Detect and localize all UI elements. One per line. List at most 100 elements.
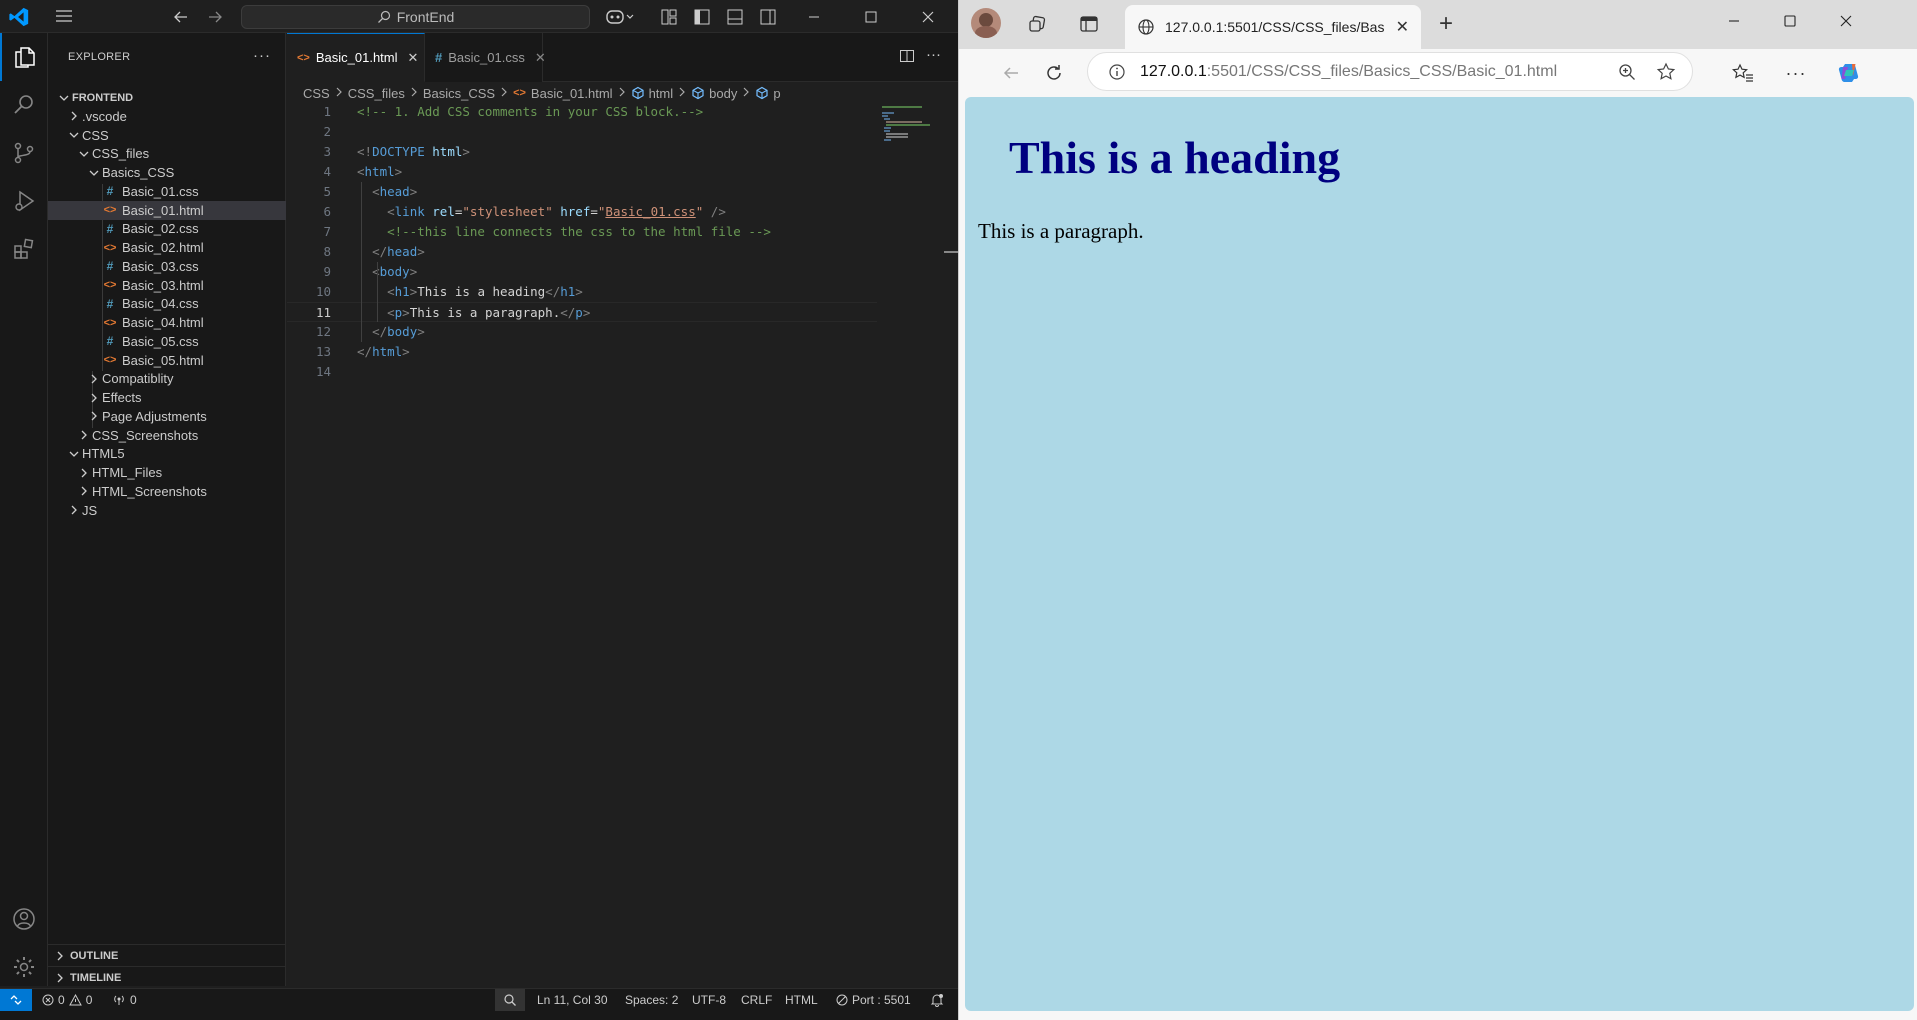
code-line[interactable]: 5 <head>	[287, 182, 877, 202]
more-actions-icon[interactable]: ···	[253, 47, 271, 64]
copilot-icon[interactable]	[605, 7, 635, 27]
customize-layout-icon[interactable]	[660, 8, 678, 26]
vscode-maximize-button[interactable]	[848, 0, 894, 33]
breadcrumb-item[interactable]: p	[755, 86, 781, 101]
breadcrumb-item[interactable]: html	[631, 86, 673, 101]
close-tab-icon[interactable]: ✕	[1396, 17, 1409, 37]
split-editor-icon[interactable]	[899, 48, 915, 64]
breadcrumb-item[interactable]: Basics_CSS	[423, 86, 495, 101]
folder-tree-item[interactable]: .vscode	[48, 107, 286, 126]
folder-tree-item[interactable]: Compatiblity	[48, 369, 286, 388]
address-bar[interactable]: 127.0.0.1:5501/CSS/CSS_files/Basics_CSS/…	[1087, 52, 1693, 91]
extensions-activity-button[interactable]	[0, 225, 48, 273]
cursor-position-status[interactable]: Ln 11, Col 30	[537, 989, 608, 1011]
refresh-button[interactable]	[1036, 55, 1072, 91]
encoding-status[interactable]: UTF-8	[692, 989, 726, 1011]
new-tab-button[interactable]: +	[1439, 10, 1453, 38]
code-line[interactable]: 3 <!DOCTYPE html>	[287, 142, 877, 162]
problems-status[interactable]: 0 0	[42, 989, 92, 1011]
code-line[interactable]: 12 </body>	[287, 322, 877, 342]
code-line[interactable]: 10 <h1>This is a heading</h1>	[287, 282, 877, 302]
vscode-minimize-button[interactable]	[791, 0, 837, 33]
breadcrumb-item[interactable]: CSS	[303, 86, 330, 101]
code-line[interactable]: 1 <!-- 1. Add CSS comments in your CSS bl…	[287, 102, 877, 122]
close-icon[interactable]: ✕	[408, 50, 419, 66]
zoom-in-icon[interactable]	[1618, 63, 1636, 81]
profile-avatar[interactable]	[971, 8, 1001, 38]
toggle-panel-icon[interactable]	[726, 8, 744, 26]
explorer-activity-button[interactable]	[0, 33, 48, 81]
menu-icon[interactable]	[55, 8, 73, 24]
forward-arrow-icon[interactable]	[207, 9, 223, 25]
live-server-status[interactable]: Port : 5501	[836, 989, 911, 1011]
run-debug-activity-button[interactable]	[0, 177, 48, 225]
code-editor[interactable]: 1 <!-- 1. Add CSS comments in your CSS bl…	[287, 104, 958, 984]
file-tree-item[interactable]: # Basic_01.css	[48, 182, 286, 201]
indentation-status[interactable]: Spaces: 2	[625, 989, 678, 1011]
folder-tree-item[interactable]: Page Adjustments	[48, 407, 286, 426]
remote-indicator-button[interactable]	[0, 989, 32, 1011]
folder-tree-item[interactable]: FRONTEND	[48, 88, 286, 107]
code-line[interactable]: 13 </html>	[287, 342, 877, 362]
command-center-search[interactable]: FrontEnd	[241, 5, 590, 29]
workspaces-button[interactable]	[1019, 6, 1055, 42]
settings-and-more-button[interactable]: ···	[1778, 55, 1814, 91]
folder-tree-item[interactable]: CSS_files	[48, 144, 286, 163]
info-icon[interactable]	[1108, 63, 1126, 81]
breadcrumb-item[interactable]: body	[691, 86, 737, 101]
code-line[interactable]: 2	[287, 122, 877, 142]
favorites-button[interactable]	[1725, 55, 1761, 91]
eol-status[interactable]: CRLF	[741, 989, 772, 1011]
back-arrow-icon[interactable]	[173, 9, 189, 25]
folder-tree-item[interactable]: HTML5	[48, 444, 286, 463]
browser-tab-active[interactable]: 127.0.0.1:5501/CSS/CSS_files/Basics_CSS/…	[1125, 5, 1421, 49]
favorite-star-icon[interactable]	[1656, 62, 1676, 82]
code-line[interactable]: 8 </head>	[287, 242, 877, 262]
browser-minimize-button[interactable]	[1706, 0, 1762, 42]
file-tree-item[interactable]: <> Basic_04.html	[48, 313, 286, 332]
folder-tree-item[interactable]: CSS_Screenshots	[48, 426, 286, 445]
source-control-activity-button[interactable]	[0, 129, 48, 177]
toggle-primary-sidebar-icon[interactable]	[693, 8, 711, 26]
breadcrumb-item[interactable]: <> Basic_01.html	[513, 86, 613, 101]
folder-tree-item[interactable]: JS	[48, 501, 286, 520]
vscode-close-button[interactable]	[905, 0, 951, 33]
manage-activity-button[interactable]	[0, 943, 48, 991]
folder-tree-item[interactable]: HTML_Screenshots	[48, 482, 286, 501]
copilot-button[interactable]	[1831, 55, 1867, 91]
folder-tree-item[interactable]: HTML_Files	[48, 463, 286, 482]
file-tree-item[interactable]: <> Basic_02.html	[48, 238, 286, 257]
ports-status[interactable]: 0	[112, 989, 137, 1011]
file-tree-item[interactable]: # Basic_02.css	[48, 219, 286, 238]
search-activity-button[interactable]	[0, 81, 48, 129]
folder-tree-item[interactable]: Effects	[48, 388, 286, 407]
code-line[interactable]: 7 <!--this line connects the css to the …	[287, 222, 877, 242]
folder-tree-item[interactable]: CSS	[48, 126, 286, 145]
code-line[interactable]: 11 <p>This is a paragraph.</p>	[287, 302, 877, 322]
zoom-status-button[interactable]	[495, 989, 525, 1011]
more-actions-icon[interactable]: ···	[926, 46, 941, 63]
notifications-bell-icon[interactable]	[930, 993, 944, 1007]
code-line[interactable]: 6 <link rel="stylesheet" href="Basic_01.…	[287, 202, 877, 222]
file-tree-item[interactable]: # Basic_03.css	[48, 257, 286, 276]
vertical-tabs-button[interactable]	[1071, 6, 1107, 42]
folder-tree-item[interactable]: Basics_CSS	[48, 163, 286, 182]
tab-basic-01-css[interactable]: # Basic_01.css ✕	[425, 33, 546, 82]
minimap[interactable]	[882, 104, 942, 144]
file-tree-item[interactable]: <> Basic_05.html	[48, 351, 286, 370]
browser-close-button[interactable]	[1818, 0, 1874, 42]
file-tree-item[interactable]: <> Basic_01.html	[48, 200, 286, 220]
breadcrumb-item[interactable]: CSS_files	[348, 86, 405, 101]
back-button[interactable]	[993, 55, 1029, 91]
toggle-secondary-sidebar-icon[interactable]	[759, 8, 777, 26]
file-tree-item[interactable]: # Basic_05.css	[48, 332, 286, 351]
file-tree-item[interactable]: <> Basic_03.html	[48, 276, 286, 295]
file-tree-item[interactable]: # Basic_04.css	[48, 294, 286, 313]
code-line[interactable]: 14	[287, 362, 877, 382]
timeline-section[interactable]: TIMELINE	[48, 966, 286, 988]
close-icon[interactable]: ✕	[535, 50, 546, 66]
accounts-activity-button[interactable]	[0, 895, 48, 943]
code-line[interactable]: 4 <html>	[287, 162, 877, 182]
language-mode-status[interactable]: HTML	[785, 989, 818, 1011]
tab-basic-01-html[interactable]: <> Basic_01.html ✕	[287, 33, 425, 82]
